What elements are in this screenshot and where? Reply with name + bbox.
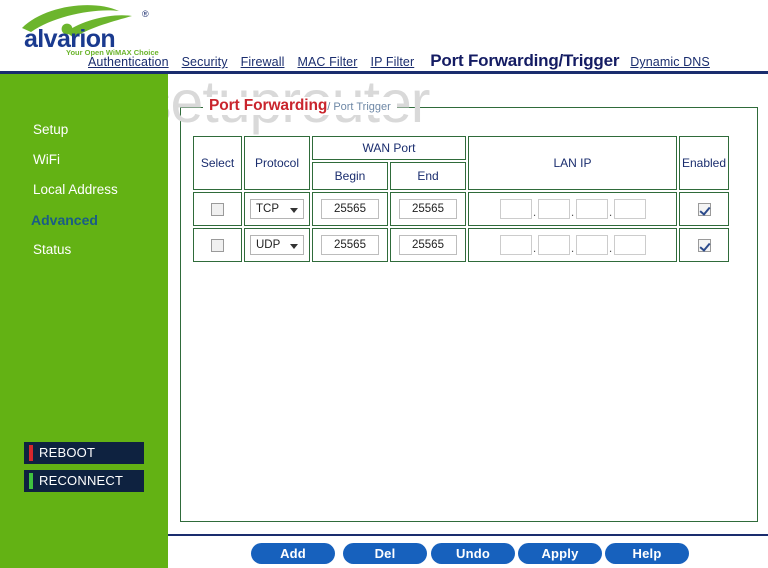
column-header-wan-port: WAN Port <box>312 136 466 160</box>
row-lan-ip-cell: ... <box>468 192 677 226</box>
content-panel: Port Forwarding/ Port Trigger Select Pro… <box>168 74 768 536</box>
nav-item-ip-filter[interactable]: IP Filter <box>371 55 415 69</box>
wan-end-input[interactable]: 25565 <box>399 235 457 255</box>
table-header-row: Select Protocol WAN Port LAN IP Enabled <box>193 136 729 190</box>
sidebar-item-setup[interactable]: Setup <box>33 122 68 137</box>
del-button[interactable]: Del <box>343 543 427 564</box>
column-header-enabled: Enabled <box>679 136 729 190</box>
nav-item-mac-filter[interactable]: MAC Filter <box>297 55 357 69</box>
table-row: TCP 25565 25565 ... <box>193 192 729 226</box>
sidebar-item-advanced[interactable]: Advanced <box>31 212 98 228</box>
footer-actions: Add Del Undo Apply Help <box>168 538 768 568</box>
alvarion-logo: ® alvarion Your Open WiMAX Choice <box>14 2 179 58</box>
protocol-select-value: TCP <box>256 203 279 215</box>
row-select-cell <box>193 192 242 226</box>
apply-button[interactable]: Apply <box>518 543 602 564</box>
top-navigation: Authentication Security Firewall MAC Filter… <box>88 51 768 71</box>
reconnect-button[interactable]: RECONNECT <box>24 470 144 492</box>
column-header-end: End <box>390 162 466 190</box>
sidebar-item-local-address[interactable]: Local Address <box>33 182 118 197</box>
protocol-select[interactable]: TCP <box>250 199 304 219</box>
row-enabled-cell <box>679 228 729 262</box>
chevron-down-icon <box>290 244 298 249</box>
reboot-label: REBOOT <box>39 445 96 460</box>
column-header-select: Select <box>193 136 242 190</box>
column-header-protocol: Protocol <box>244 136 310 190</box>
legend-title-port-forwarding: Port Forwarding <box>209 97 328 114</box>
column-header-begin: Begin <box>312 162 388 190</box>
reconnect-label: RECONNECT <box>39 473 124 488</box>
lan-ip-octet-2[interactable] <box>537 235 570 255</box>
reboot-button[interactable]: REBOOT <box>24 442 144 464</box>
logo-icon: ® alvarion Your Open WiMAX Choice <box>22 5 159 57</box>
protocol-select[interactable]: UDP <box>250 235 304 255</box>
lan-ip-octet-2[interactable] <box>537 199 570 219</box>
undo-button[interactable]: Undo <box>431 543 515 564</box>
row-select-checkbox[interactable] <box>211 203 224 217</box>
nav-item-authentication[interactable]: Authentication <box>88 55 169 69</box>
lan-ip-input-group: ... <box>499 235 646 255</box>
column-header-lan-ip: LAN IP <box>468 136 677 190</box>
add-button[interactable]: Add <box>251 543 335 564</box>
chevron-down-icon <box>290 208 298 213</box>
table-row: UDP 25565 25565 ... <box>193 228 729 262</box>
legend-subtitle-port-trigger[interactable]: / Port Trigger <box>327 101 391 113</box>
nav-item-firewall[interactable]: Firewall <box>241 55 285 69</box>
sidebar-item-wifi[interactable]: WiFi <box>33 152 60 167</box>
wan-begin-input[interactable]: 25565 <box>321 199 379 219</box>
reboot-accent-bar <box>29 445 33 461</box>
port-forwarding-group: Port Forwarding/ Port Trigger Select Pro… <box>180 97 758 522</box>
row-select-checkbox[interactable] <box>211 239 224 253</box>
lan-ip-octet-3[interactable] <box>575 199 608 219</box>
row-lan-ip-cell: ... <box>468 228 677 262</box>
group-legend: Port Forwarding/ Port Trigger <box>203 97 397 115</box>
row-protocol-cell: UDP <box>244 228 310 262</box>
row-enabled-checkbox[interactable] <box>697 203 711 217</box>
reconnect-accent-bar <box>29 473 33 489</box>
wan-end-input[interactable]: 25565 <box>399 199 457 219</box>
lan-ip-octet-1[interactable] <box>499 199 532 219</box>
help-button[interactable]: Help <box>605 543 689 564</box>
row-wan-end-cell: 25565 <box>390 192 466 226</box>
lan-ip-octet-1[interactable] <box>499 235 532 255</box>
row-select-cell <box>193 228 242 262</box>
lan-ip-input-group: ... <box>499 199 646 219</box>
lan-ip-octet-4[interactable] <box>613 235 646 255</box>
row-wan-begin-cell: 25565 <box>312 228 388 262</box>
protocol-select-value: UDP <box>256 239 281 251</box>
lan-ip-octet-3[interactable] <box>575 235 608 255</box>
wan-begin-input[interactable]: 25565 <box>321 235 379 255</box>
nav-item-port-forwarding-trigger[interactable]: Port Forwarding/Trigger <box>430 51 619 71</box>
row-protocol-cell: TCP <box>244 192 310 226</box>
lan-ip-octet-4[interactable] <box>613 199 646 219</box>
row-wan-begin-cell: 25565 <box>312 192 388 226</box>
sidebar: Setup WiFi Local Address Advanced Status… <box>0 74 168 568</box>
nav-item-dynamic-dns[interactable]: Dynamic DNS <box>630 55 710 69</box>
svg-text:®: ® <box>142 9 149 19</box>
row-enabled-checkbox[interactable] <box>697 239 711 253</box>
port-forwarding-table: Select Protocol WAN Port LAN IP Enabled … <box>191 134 731 264</box>
nav-item-security[interactable]: Security <box>182 55 228 69</box>
page-header: ® alvarion Your Open WiMAX Choice Authen… <box>0 0 768 74</box>
page-body: Setup WiFi Local Address Advanced Status… <box>0 74 768 568</box>
row-enabled-cell <box>679 192 729 226</box>
row-wan-end-cell: 25565 <box>390 228 466 262</box>
sidebar-item-status[interactable]: Status <box>33 242 71 257</box>
